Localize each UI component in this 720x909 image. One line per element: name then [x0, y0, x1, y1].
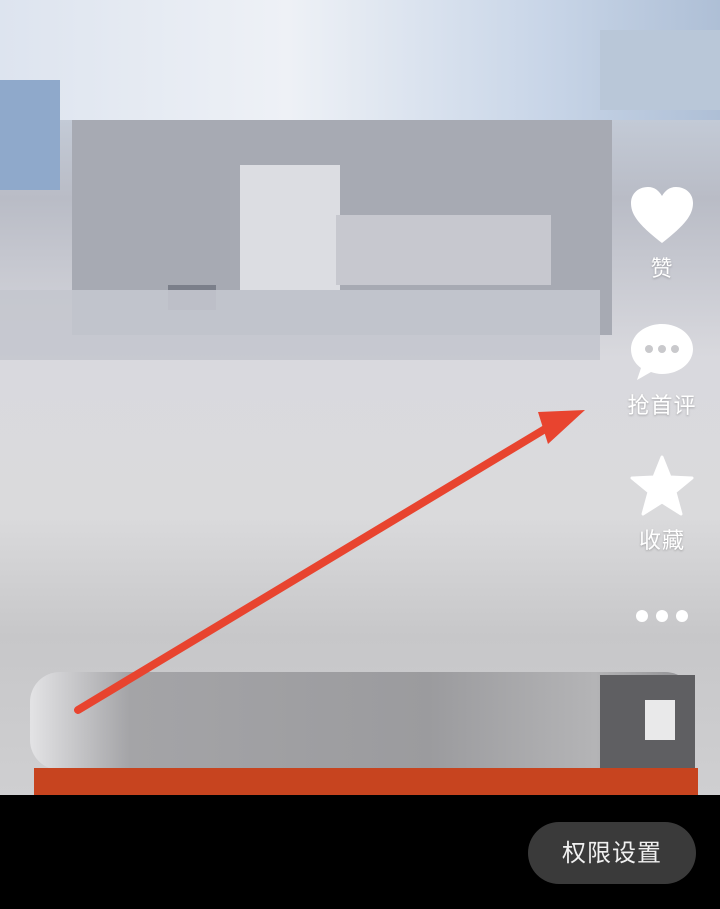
star-icon [630, 455, 694, 516]
comment-icon [631, 324, 693, 380]
comment-action[interactable]: 抢首评 [604, 322, 720, 420]
like-label: 赞 [650, 257, 674, 282]
favorite-label: 收藏 [638, 529, 685, 554]
video-content[interactable]: 赞 抢首评 收藏 [0, 0, 720, 795]
more-icon [636, 610, 688, 622]
heart-icon [631, 187, 693, 243]
comment-label: 抢首评 [627, 394, 697, 419]
more-action[interactable] [604, 605, 720, 631]
permission-settings-button[interactable]: 权限设置 [528, 822, 696, 884]
favorite-action[interactable]: 收藏 [604, 455, 720, 555]
like-action[interactable]: 赞 [604, 185, 720, 283]
